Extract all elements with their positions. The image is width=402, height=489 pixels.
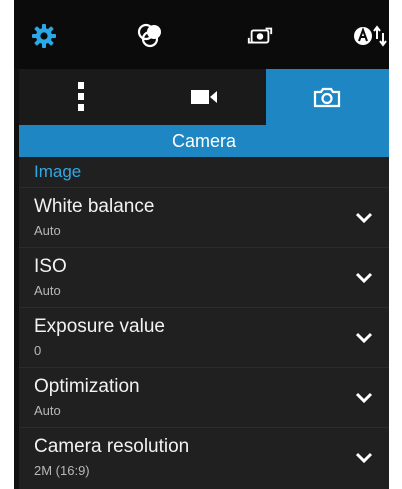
setting-label: Optimization	[34, 376, 140, 397]
group-title: Image	[34, 162, 82, 181]
setting-label: Camera resolution	[34, 436, 190, 457]
setting-exposure-value[interactable]: Exposure value 0	[19, 307, 389, 367]
chevron-down-icon[interactable]	[353, 390, 375, 406]
setting-white-balance[interactable]: White balance Auto	[19, 187, 389, 247]
setting-value: Auto	[34, 223, 61, 238]
settings-list: White balance Auto ISO Auto Exposure val…	[19, 187, 389, 487]
setting-value: Auto	[34, 403, 61, 418]
chevron-down-icon[interactable]	[353, 450, 375, 466]
auto-mode-icon[interactable]	[352, 22, 388, 50]
camera-switch-icon[interactable]	[246, 22, 274, 50]
setting-optimization[interactable]: Optimization Auto	[19, 367, 389, 427]
top-action-bar	[14, 0, 389, 69]
setting-iso[interactable]: ISO Auto	[19, 247, 389, 307]
setting-label: ISO	[34, 256, 67, 277]
camera-icon	[314, 87, 341, 108]
chevron-down-icon[interactable]	[353, 210, 375, 226]
setting-label: White balance	[34, 196, 155, 217]
settings-tabs	[19, 69, 389, 125]
setting-value: 0	[34, 343, 42, 358]
gear-icon[interactable]	[30, 22, 58, 50]
tab-video[interactable]	[142, 69, 266, 125]
filter-effects-icon[interactable]	[136, 22, 164, 50]
tab-camera[interactable]	[265, 69, 389, 125]
setting-camera-resolution[interactable]: Camera resolution 2M (16:9)	[19, 427, 389, 487]
chevron-down-icon[interactable]	[353, 330, 375, 346]
camera-settings-window: Camera Image White balance Auto ISO Auto…	[14, 0, 389, 489]
vertical-dots-icon	[77, 82, 84, 111]
video-camera-icon	[190, 90, 217, 104]
chevron-down-icon[interactable]	[353, 270, 375, 286]
setting-value: 2M (16:9)	[34, 463, 90, 478]
tab-more-options[interactable]	[19, 69, 143, 125]
settings-panel: Camera Image White balance Auto ISO Auto…	[19, 69, 389, 489]
setting-value: Auto	[34, 283, 61, 298]
setting-label: Exposure value	[34, 316, 165, 337]
section-title: Camera	[19, 125, 389, 157]
